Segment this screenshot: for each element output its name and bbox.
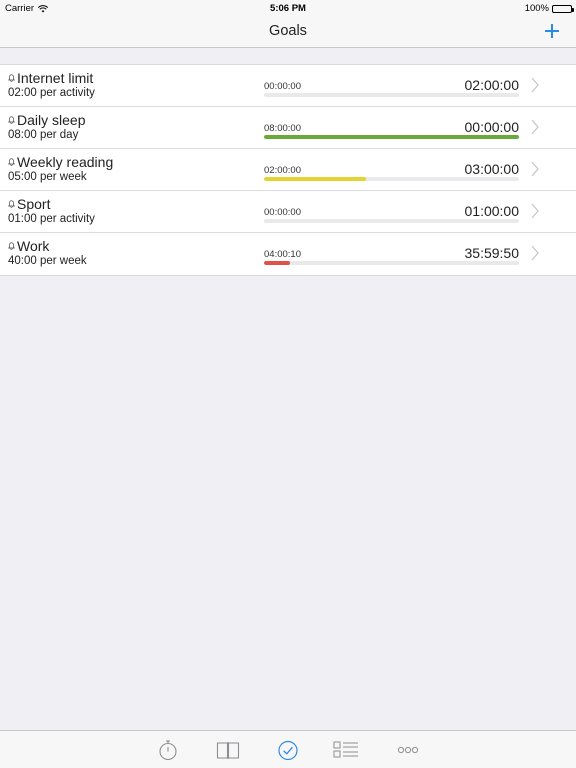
bell-icon — [8, 200, 15, 208]
goal-name: Weekly reading — [8, 154, 113, 170]
goal-name-label: Sport — [17, 196, 51, 212]
chevron-right-icon — [531, 203, 539, 219]
goal-name: Sport — [8, 196, 50, 212]
battery-group: 100% — [524, 3, 574, 14]
goal-target: 02:00 per activity — [8, 87, 95, 99]
goal-remaining-time: 03:00:00 — [464, 161, 520, 177]
bell-icon — [8, 158, 15, 166]
goal-progress-bar — [264, 261, 519, 265]
nav-bar: Goals — [0, 16, 576, 48]
goal-name-label: Internet limit — [17, 70, 94, 86]
checkmark-circle-icon — [278, 740, 298, 761]
goal-target: 01:00 per activity — [8, 213, 95, 225]
tab-goals[interactable] — [276, 738, 300, 762]
chevron-right-icon — [531, 119, 539, 135]
tab-list[interactable] — [333, 738, 359, 762]
goal-progress-fill — [264, 261, 290, 265]
chevron-right-icon — [531, 245, 539, 261]
goal-name-label: Daily sleep — [17, 112, 86, 128]
battery-icon — [552, 4, 574, 13]
goal-name-label: Work — [17, 238, 50, 254]
goals-list: Internet limit 02:00 per activity 00:00:… — [0, 64, 576, 276]
goal-progress-bar — [264, 93, 519, 97]
bell-icon — [8, 74, 15, 82]
goal-elapsed-time: 04:00:10 — [264, 249, 301, 260]
tab-more[interactable] — [396, 738, 420, 762]
goal-remaining-time: 02:00:00 — [464, 77, 520, 93]
goal-remaining-time: 01:00:00 — [464, 203, 520, 219]
goal-row[interactable]: Internet limit 02:00 per activity 00:00:… — [0, 65, 576, 107]
goal-progress-bar — [264, 177, 519, 181]
goal-progress-bar — [264, 135, 519, 139]
goal-target: 05:00 per week — [8, 171, 87, 183]
more-icon — [397, 746, 419, 754]
goal-name: Daily sleep — [8, 112, 85, 128]
bell-icon — [8, 242, 15, 250]
goal-elapsed-time: 00:00:00 — [264, 207, 301, 218]
tab-book[interactable] — [216, 738, 240, 762]
tab-bar — [0, 730, 576, 768]
goal-row[interactable]: Daily sleep 08:00 per day 08:00:00 00:00… — [0, 107, 576, 149]
goal-elapsed-time: 00:00:00 — [264, 81, 301, 92]
goal-target: 40:00 per week — [8, 255, 87, 267]
battery-percent: 100% — [524, 3, 549, 14]
status-bar: Carrier 5:06 PM 100% — [0, 0, 576, 16]
add-goal-button[interactable] — [542, 21, 562, 41]
goal-row[interactable]: Work 40:00 per week 04:00:10 35:59:50 — [0, 233, 576, 275]
goal-row[interactable]: Weekly reading 05:00 per week 02:00:00 0… — [0, 149, 576, 191]
chevron-right-icon — [531, 77, 539, 93]
goal-name: Internet limit — [8, 70, 93, 86]
goal-name: Work — [8, 238, 49, 254]
list-icon — [333, 741, 358, 758]
stopwatch-icon — [159, 740, 177, 761]
page-title: Goals — [269, 23, 307, 39]
goal-remaining-time: 00:00:00 — [464, 119, 520, 135]
goal-remaining-time: 35:59:50 — [464, 245, 520, 261]
book-icon — [216, 742, 240, 759]
goal-progress-fill — [264, 135, 519, 139]
goal-row[interactable]: Sport 01:00 per activity 00:00:00 01:00:… — [0, 191, 576, 233]
goal-progress-bar — [264, 219, 519, 223]
bell-icon — [8, 116, 15, 124]
goal-name-label: Weekly reading — [17, 154, 114, 170]
goal-target: 08:00 per day — [8, 129, 79, 141]
goal-elapsed-time: 08:00:00 — [264, 123, 301, 134]
goal-elapsed-time: 02:00:00 — [264, 165, 301, 176]
tab-stopwatch[interactable] — [156, 738, 180, 762]
chevron-right-icon — [531, 161, 539, 177]
goal-progress-fill — [264, 177, 366, 181]
status-time: 5:06 PM — [270, 3, 306, 14]
